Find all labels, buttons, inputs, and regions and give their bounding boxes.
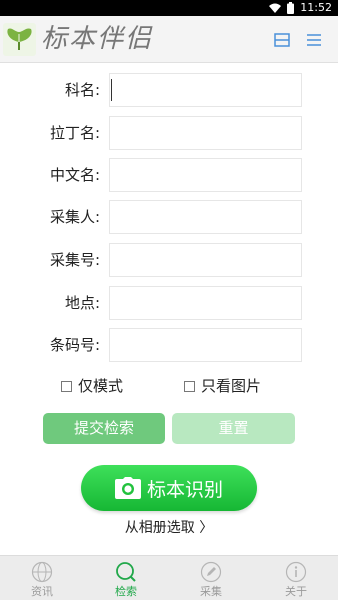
ginkgo-leaf-logo [3,23,36,56]
submit-search-button[interactable]: 提交检索 [43,413,165,444]
collector-label: 采集人: [49,208,100,226]
barcode-label: 条码号: [49,336,100,354]
family-label: 科名: [64,81,100,99]
tab-collect[interactable]: 采集 [169,556,253,600]
search-icon [116,562,136,582]
checkbox-box [184,380,195,392]
menu-icon[interactable] [305,31,323,49]
tab-search-label: 检索 [115,585,137,598]
battery-icon [287,2,295,14]
info-icon [285,561,307,583]
chinese-name-input[interactable] [109,158,302,192]
recognition-label: 标本识别 [146,478,223,501]
barcode-input[interactable] [109,328,302,362]
field-family-row: 科名: [0,73,338,107]
collection-number-input[interactable] [109,243,302,277]
field-collection-no-row: 采集号: [0,243,338,277]
app-bar: 标本伴侣 [0,16,338,63]
tab-search[interactable]: 检索 [84,556,168,600]
location-label: 地点: [64,294,100,312]
scan-frame-icon[interactable] [273,31,291,49]
location-input[interactable] [109,286,302,320]
tab-collect-label: 采集 [200,585,222,598]
field-collector-row: 采集人: [0,200,338,234]
only-images-checkbox[interactable]: 只看图片 [184,376,261,396]
camera-icon [114,477,141,499]
field-latin-row: 拉丁名: [0,116,338,150]
status-time: 11:52 [300,1,332,14]
field-location-row: 地点: [0,286,338,320]
filter-options: 仅模式 只看图片 [0,376,338,398]
collection-number-label: 采集号: [49,251,100,269]
checkbox-box [61,380,72,392]
wifi-icon [269,3,282,13]
tab-about-label: 关于 [285,585,307,598]
field-chinese-row: 中文名: [0,158,338,192]
family-input[interactable] [109,73,302,107]
app-title: 标本伴侣 [41,24,154,54]
globe-icon [31,561,53,583]
tab-news[interactable]: 资讯 [0,556,84,600]
only-mode-checkbox[interactable]: 仅模式 [61,376,123,396]
bottom-tab-bar: 资讯 检索 采集 关于 [0,555,338,600]
latin-name-input[interactable] [109,116,302,150]
choose-from-album-link[interactable]: 从相册选取 〉 [0,518,338,538]
status-right: 11:52 [269,1,332,15]
collector-input[interactable] [109,200,302,234]
text-cursor [111,79,112,101]
tab-about[interactable]: 关于 [254,556,338,600]
specimen-recognition-button[interactable]: 标本识别 [81,465,257,511]
pencil-icon [200,561,222,583]
chinese-name-label: 中文名: [49,166,100,184]
only-mode-label: 仅模式 [78,377,124,395]
status-bar: 11:52 [0,0,338,16]
field-barcode-row: 条码号: [0,328,338,362]
reset-button[interactable]: 重置 [172,413,295,444]
tab-news-label: 资讯 [31,585,53,598]
only-images-label: 只看图片 [201,377,262,395]
latin-name-label: 拉丁名: [49,124,100,142]
